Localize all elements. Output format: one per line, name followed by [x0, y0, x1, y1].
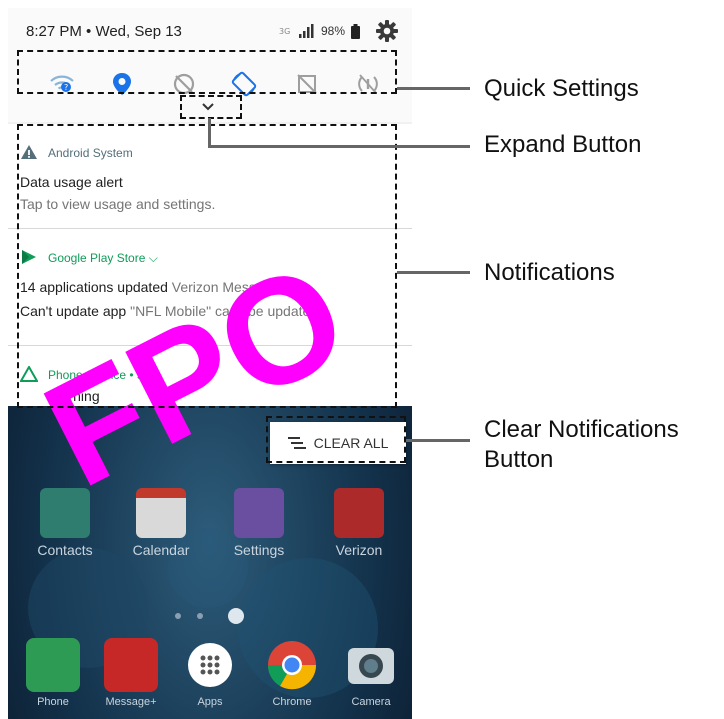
- callout-clear-line1: Clear Notifications: [484, 416, 679, 443]
- expand-button-leader-vertical: [208, 118, 211, 148]
- settings-app-icon: [234, 488, 284, 538]
- battery-percent: 98%: [320, 24, 345, 38]
- callout-expand-button: Expand Button: [484, 131, 642, 158]
- dock-label: Camera: [351, 696, 391, 708]
- home-app-label: Settings: [233, 542, 285, 558]
- dock-label: Message+: [105, 696, 157, 708]
- signal-icon: [298, 24, 314, 38]
- status-time: 8:27 PM • Wed, Sep 13: [26, 23, 182, 40]
- calendar-icon: [136, 488, 186, 538]
- battery-icon: [351, 23, 360, 39]
- dock-label: Phone: [37, 696, 69, 708]
- quick-settings-leader: [397, 87, 470, 90]
- callout-notifications: Notifications: [484, 259, 615, 286]
- clear-all-highlight: [266, 416, 406, 463]
- hd-voice-icon: 3G: [279, 27, 290, 36]
- callout-clear-notifications: Clear Notifications Button: [484, 415, 679, 475]
- svg-text:3G: 3G: [279, 27, 290, 36]
- contacts-icon: [40, 488, 90, 538]
- clear-notifications-leader: [406, 439, 470, 442]
- message-plus-icon: [104, 638, 158, 692]
- expand-button-leader: [208, 145, 470, 148]
- home-app-label: Contacts: [37, 542, 93, 558]
- dock-label: Apps: [197, 696, 223, 708]
- chrome-icon: [267, 641, 317, 690]
- callout-quick-settings: Quick Settings: [484, 75, 639, 102]
- apps-grid-icon: [188, 643, 232, 687]
- dock-label: Chrome: [272, 696, 312, 708]
- home-app-label: Verizon: [335, 542, 383, 558]
- status-bar: 8:27 PM • Wed, Sep 13 3G 98%: [8, 8, 412, 54]
- notifications-highlight: [17, 124, 397, 408]
- callout-clear-line2: Button: [484, 446, 554, 473]
- home-app-label: Calendar: [132, 542, 190, 558]
- page-indicator: [175, 608, 244, 624]
- verizon-folder-icon: [334, 488, 384, 538]
- quick-settings-highlight: [17, 50, 397, 94]
- status-icons: 3G 98%: [279, 20, 398, 42]
- notifications-leader: [397, 271, 470, 274]
- expand-button-highlight: [180, 95, 242, 119]
- camera-icon: [348, 648, 394, 684]
- settings-gear-icon[interactable]: [376, 20, 398, 42]
- phone-icon: [26, 638, 80, 692]
